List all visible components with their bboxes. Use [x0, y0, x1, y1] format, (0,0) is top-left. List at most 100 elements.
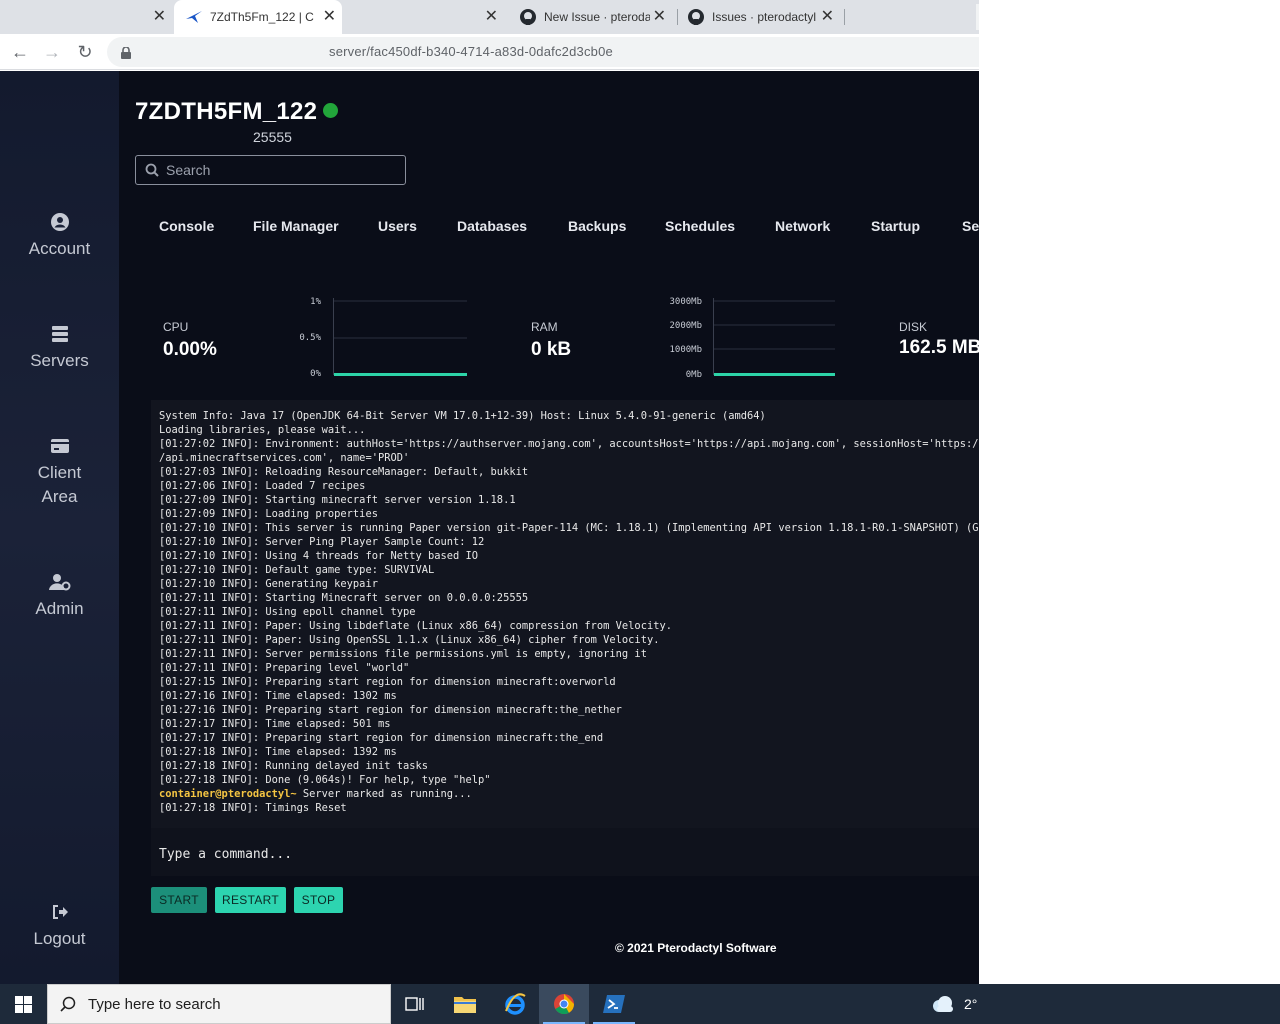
- console-line: [01:27:17 INFO]: Time elapsed: 501 ms: [159, 718, 391, 730]
- ram-graph: [713, 298, 835, 376]
- disk-value-clip: 162.5 MB: [899, 337, 979, 363]
- ram-tick-label: 3000Mb: [669, 297, 702, 307]
- close-tab-icon[interactable]: ✕: [153, 9, 166, 25]
- windows-start-icon[interactable]: [0, 984, 47, 1024]
- search-placeholder: Search: [166, 162, 211, 178]
- browser-tab-active[interactable]: 7ZdTh5Fm_122 | Co ✕: [174, 0, 342, 34]
- weather-temperature: 2°: [964, 996, 978, 1012]
- credit-card-icon: [50, 439, 69, 453]
- github-icon: [520, 9, 536, 25]
- sidebar-item-account[interactable]: Account: [0, 213, 119, 261]
- tab-title: New Issue · pteroda: [544, 10, 650, 24]
- restart-button[interactable]: RESTART: [215, 887, 286, 913]
- taskbar-search-input[interactable]: Type here to search: [47, 984, 391, 1024]
- command-input[interactable]: Type a command...: [151, 828, 979, 876]
- weather-cloud-icon[interactable]: [920, 984, 966, 1024]
- console-line: Loading libraries, please wait...: [159, 424, 366, 436]
- command-placeholder: Type a command...: [159, 847, 293, 862]
- cpu-graph: [333, 298, 467, 376]
- sidebar-item-client-area[interactable]: Client Area: [0, 437, 119, 509]
- console-line: [01:27:11 INFO]: Starting Minecraft serv…: [159, 592, 529, 604]
- console-line: [01:27:10 INFO]: Server Ping Player Samp…: [159, 536, 485, 548]
- cpu-tick-label: 1%: [310, 297, 321, 307]
- tab-databases[interactable]: Databases: [457, 218, 527, 234]
- tab-file-manager[interactable]: File Manager: [253, 218, 339, 234]
- console-line: System Info: Java 17 (OpenJDK 64-Bit Ser…: [159, 410, 766, 422]
- tab-users[interactable]: Users: [378, 218, 417, 234]
- console-line: [01:27:18 INFO]: Time elapsed: 1392 ms: [159, 746, 397, 758]
- sidebar-item-label: Admin: [35, 599, 84, 618]
- reload-icon[interactable]: ↻: [75, 42, 95, 62]
- task-view-icon[interactable]: [390, 984, 440, 1024]
- server-port: 25555: [253, 129, 292, 145]
- console-line: [01:27:09 INFO]: Loading properties: [159, 508, 378, 520]
- console-line: [01:27:11 INFO]: Paper: Using OpenSSL 1.…: [159, 634, 660, 646]
- console-line: [01:27:10 INFO]: Default game type: SURV…: [159, 564, 435, 576]
- search-icon: [60, 996, 76, 1012]
- console-line: [01:27:10 INFO]: Using 4 threads for Net…: [159, 550, 479, 562]
- tab-startup[interactable]: Startup: [871, 218, 920, 234]
- console-line: [01:27:10 INFO]: This server is running …: [159, 522, 979, 534]
- console-line: [01:27:11 INFO]: Paper: Using libdeflate…: [159, 620, 672, 632]
- console-line: [01:27:02 INFO]: Environment: authHost='…: [159, 438, 979, 450]
- close-tab-icon[interactable]: ✕: [485, 9, 498, 25]
- url-field[interactable]: server/fac450df-b340-4714-a83d-0dafc2d3c…: [107, 37, 979, 67]
- tab-network[interactable]: Network: [775, 218, 830, 234]
- tab-console[interactable]: Console: [159, 218, 214, 234]
- close-tab-icon[interactable]: ✕: [821, 9, 834, 25]
- browser-tab-5[interactable]: Issues · pterodactyl ✕: [678, 0, 846, 34]
- disk-label: DISK: [899, 320, 928, 334]
- sidebar-item-label: Servers: [30, 351, 89, 370]
- status-indicator: [323, 103, 338, 118]
- browser-tab-1[interactable]: ✕: [0, 0, 172, 34]
- sidebar-item-logout[interactable]: Logout: [0, 903, 119, 951]
- cpu-label: CPU: [163, 320, 189, 334]
- sidebar-item-admin[interactable]: Admin: [0, 573, 119, 621]
- cpu-tick-label: 0%: [310, 369, 321, 379]
- footer-copyright: © 2021 Pterodactyl Software: [615, 941, 777, 955]
- server-icon: [51, 326, 68, 342]
- tab-settings[interactable]: Se: [962, 218, 979, 234]
- console-line: [01:27:10 INFO]: Generating keypair: [159, 578, 378, 590]
- console-prompt-user: container@pterodactyl~: [159, 788, 297, 800]
- browser-tab-4[interactable]: New Issue · pteroda ✕: [510, 0, 678, 34]
- sidebar-item-label: Logout: [33, 929, 86, 948]
- search-input[interactable]: Search: [135, 155, 406, 185]
- sidebar-item-label: Client: [37, 463, 82, 482]
- console-prompt-line: container@pterodactyl~ Server marked as …: [159, 787, 979, 801]
- search-icon: [145, 163, 159, 177]
- start-button[interactable]: START: [151, 887, 207, 913]
- console-line: [01:27:15 INFO]: Preparing start region …: [159, 676, 616, 688]
- sidebar-item-label-line2: Area: [41, 487, 78, 506]
- file-explorer-icon[interactable]: [440, 984, 490, 1024]
- close-tab-icon[interactable]: ✕: [323, 9, 336, 25]
- stop-button[interactable]: STOP: [294, 887, 343, 913]
- tab-title: 7ZdTh5Fm_122 | Co: [210, 10, 314, 24]
- tab-backups[interactable]: Backups: [568, 218, 626, 234]
- cpu-tick-label: 0.5%: [299, 333, 321, 343]
- ram-tick-label: 2000Mb: [669, 321, 702, 331]
- ram-label: RAM: [531, 320, 558, 334]
- back-arrow-icon[interactable]: ←: [10, 42, 30, 62]
- console-output[interactable]: System Info: Java 17 (OpenJDK 64-Bit Ser…: [151, 400, 979, 828]
- lock-icon: [121, 46, 131, 59]
- user-circle-icon: [50, 213, 69, 231]
- cpu-value: 0.00%: [163, 339, 217, 360]
- browser-tab-3[interactable]: ✕: [342, 0, 510, 34]
- console-line: [01:27:17 INFO]: Preparing start region …: [159, 732, 604, 744]
- powershell-icon[interactable]: [589, 984, 639, 1024]
- close-tab-icon[interactable]: ✕: [653, 9, 666, 25]
- sign-out-icon: [52, 905, 68, 919]
- console-line: [01:27:06 INFO]: Loaded 7 recipes: [159, 480, 366, 492]
- console-line: [01:27:16 INFO]: Time elapsed: 1302 ms: [159, 690, 397, 702]
- sidebar-item-servers[interactable]: Servers: [0, 325, 119, 373]
- pterodactyl-favicon-icon: [186, 11, 202, 23]
- forward-arrow-icon[interactable]: →: [42, 42, 62, 62]
- internet-explorer-icon[interactable]: [490, 984, 540, 1024]
- new-tab-button[interactable]: [976, 4, 979, 30]
- chrome-icon[interactable]: [539, 984, 589, 1024]
- console-line: /api.minecraftservices.com', name='PROD': [159, 452, 410, 464]
- console-line: [01:27:18 INFO]: Timings Reset: [159, 802, 347, 814]
- server-nav: Console File Manager Users Databases Bac…: [139, 218, 979, 242]
- tab-schedules[interactable]: Schedules: [665, 218, 735, 234]
